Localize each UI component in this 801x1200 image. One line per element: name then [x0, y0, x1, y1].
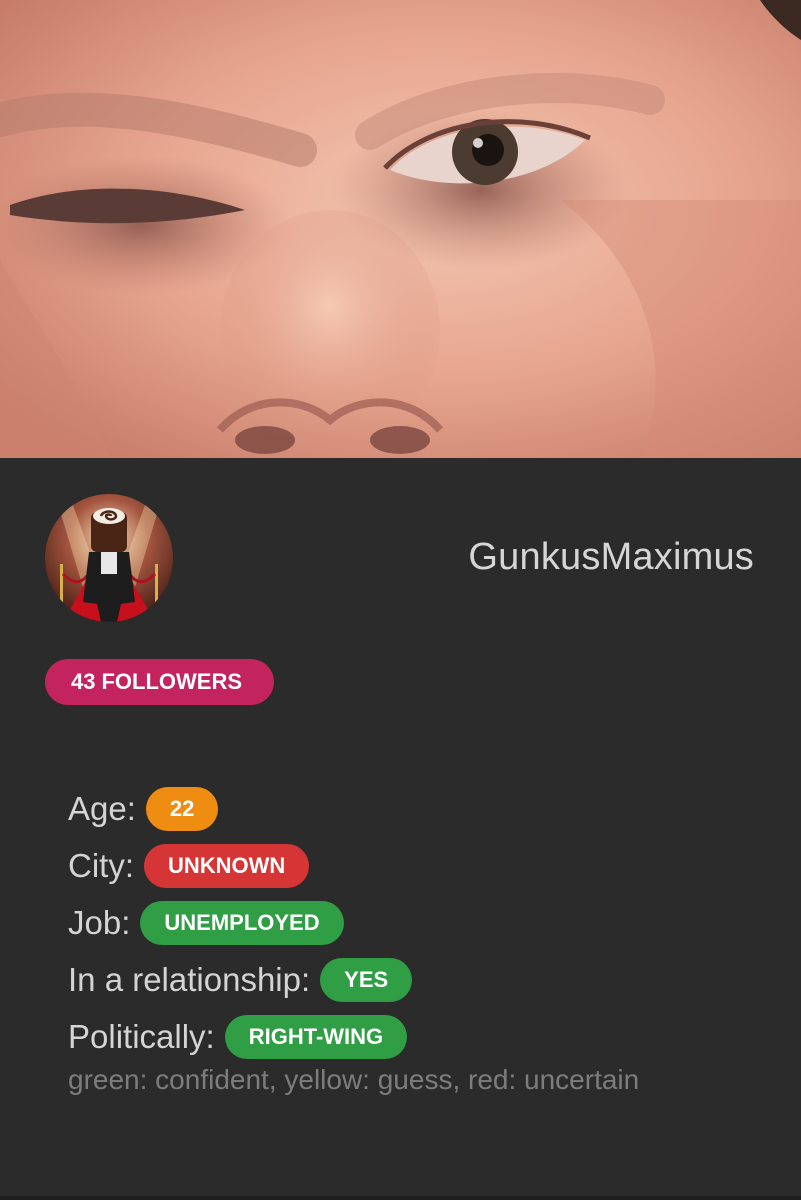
detail-badge-relationship: YES [320, 958, 413, 1002]
detail-row-relationship: In a relationship: YES [68, 952, 413, 1008]
detail-row-age: Age: 22 [68, 781, 412, 837]
detail-badge-city: UNKNOWN [144, 844, 310, 888]
detail-badge-job: UNEMPLOYED [140, 901, 344, 945]
detail-badge-age: 22 [145, 787, 219, 831]
profile-card: GunkusMaximus 43 FOLLOWERS Age: 22 City: … [0, 458, 801, 1200]
profile-banner-image [0, 0, 801, 458]
username[interactable]: GunkusMaximus [468, 536, 754, 579]
detail-row-city: City: UNKNOWN [68, 838, 412, 894]
detail-row-politics: Politically: RIGHT-WING [68, 1009, 412, 1065]
color-legend: green: confident, yellow: guess, red: un… [68, 1064, 640, 1095]
detail-label: City: [68, 847, 134, 884]
detail-badge-politics: RIGHT-WING [224, 1015, 408, 1059]
followers-label: FOLLOWERS [101, 669, 243, 694]
detail-row-job: Job: UNEMPLOYED [68, 895, 412, 951]
followers-badge[interactable]: 43 FOLLOWERS [45, 659, 275, 705]
detail-label: Job: [68, 904, 131, 941]
followers-count: 43 [71, 669, 96, 694]
detail-label: Politically: [68, 1018, 215, 1055]
profile-details: Age: 22 City: UNKNOWN Job: UNEMPLOYED In… [68, 780, 413, 1065]
avatar[interactable] [45, 494, 173, 622]
detail-label: In a relationship: [68, 961, 311, 998]
detail-label: Age: [68, 790, 136, 827]
